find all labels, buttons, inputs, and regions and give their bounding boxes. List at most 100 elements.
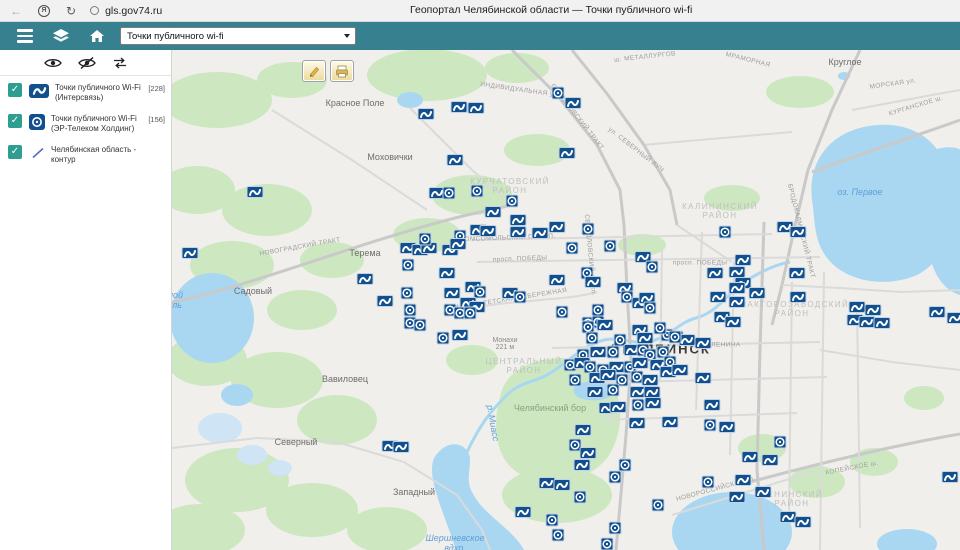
wifi-marker-intersvyaz[interactable] [662,416,679,428]
wifi-marker-ertelecom[interactable] [574,491,587,504]
layer-select[interactable]: Точки публичного wi-fi [120,27,356,45]
wifi-marker-ertelecom[interactable] [607,346,620,359]
wifi-marker-intersvyaz[interactable] [510,214,527,226]
wifi-marker-intersvyaz[interactable] [393,441,410,453]
wifi-marker-intersvyaz[interactable] [565,97,582,109]
wifi-marker-intersvyaz[interactable] [735,474,752,486]
wifi-marker-intersvyaz[interactable] [672,364,689,376]
wifi-marker-intersvyaz[interactable] [585,276,602,288]
wifi-marker-intersvyaz[interactable] [695,372,712,384]
wifi-marker-ertelecom[interactable] [654,322,667,335]
wifi-marker-intersvyaz[interactable] [629,417,646,429]
wifi-marker-ertelecom[interactable] [609,522,622,535]
wifi-marker-ertelecom[interactable] [552,87,565,100]
refresh-icon[interactable]: ↻ [66,5,76,17]
wifi-marker-intersvyaz[interactable] [929,306,946,318]
site-badge-icon[interactable] [90,6,99,15]
wifi-marker-ertelecom[interactable] [582,223,595,236]
show-all-layers-button[interactable] [44,57,62,69]
wifi-marker-intersvyaz[interactable] [637,332,654,344]
wifi-marker-intersvyaz[interactable] [510,226,527,238]
wifi-marker-intersvyaz[interactable] [480,225,497,237]
wifi-marker-intersvyaz[interactable] [729,282,746,294]
layers-button[interactable] [50,26,72,46]
wifi-marker-intersvyaz[interactable] [790,226,807,238]
wifi-marker-ertelecom[interactable] [774,436,787,449]
wifi-marker-intersvyaz[interactable] [642,374,659,386]
wifi-marker-intersvyaz[interactable] [865,304,882,316]
wifi-marker-intersvyaz[interactable] [450,238,467,250]
wifi-marker-ertelecom[interactable] [644,302,657,315]
url-text[interactable]: gls.gov74.ru [105,5,162,17]
layer-checkbox[interactable]: ✓ [8,114,22,128]
wifi-marker-ertelecom[interactable] [569,374,582,387]
wifi-marker-intersvyaz[interactable] [729,296,746,308]
map[interactable]: Красное ПолеМоховичкиТеремаСадовыйВавило… [172,50,960,550]
layer-label[interactable]: Челябинская область - контур [51,145,162,165]
wifi-marker-intersvyaz[interactable] [762,454,779,466]
edit-tool-button[interactable] [302,60,326,82]
wifi-marker-intersvyaz[interactable] [357,273,374,285]
wifi-marker-intersvyaz[interactable] [735,254,752,266]
layer-label[interactable]: Точки публичного Wi-Fi (Интерсвязь) [55,83,145,103]
wifi-marker-intersvyaz[interactable] [729,491,746,503]
wifi-marker-ertelecom[interactable] [619,459,632,472]
wifi-marker-intersvyaz[interactable] [515,506,532,518]
home-button[interactable] [86,26,108,46]
wifi-marker-intersvyaz[interactable] [795,516,812,528]
wifi-marker-intersvyaz[interactable] [444,287,461,299]
wifi-marker-intersvyaz[interactable] [755,486,772,498]
wifi-marker-intersvyaz[interactable] [182,247,199,259]
wifi-marker-intersvyaz[interactable] [742,451,759,463]
hide-all-layers-button[interactable] [78,57,96,69]
wifi-marker-intersvyaz[interactable] [874,317,891,329]
wifi-marker-intersvyaz[interactable] [377,295,394,307]
wifi-marker-ertelecom[interactable] [652,499,665,512]
menu-button[interactable] [14,26,36,46]
wifi-marker-intersvyaz[interactable] [468,102,485,114]
wifi-marker-ertelecom[interactable] [404,304,417,317]
wifi-marker-ertelecom[interactable] [609,471,622,484]
wifi-marker-intersvyaz[interactable] [947,312,960,324]
wifi-marker-intersvyaz[interactable] [790,291,807,303]
wifi-marker-intersvyaz[interactable] [610,401,627,413]
wifi-marker-ertelecom[interactable] [632,399,645,412]
wifi-marker-ertelecom[interactable] [646,261,659,274]
print-tool-button[interactable] [330,60,354,82]
wifi-marker-ertelecom[interactable] [607,384,620,397]
wifi-marker-ertelecom[interactable] [702,476,715,489]
wifi-marker-intersvyaz[interactable] [439,267,456,279]
wifi-marker-ertelecom[interactable] [586,332,599,345]
wifi-marker-intersvyaz[interactable] [418,108,435,120]
wifi-marker-ertelecom[interactable] [556,306,569,319]
wifi-marker-ertelecom[interactable] [514,291,527,304]
wifi-marker-intersvyaz[interactable] [704,399,721,411]
wifi-marker-intersvyaz[interactable] [600,369,617,381]
wifi-marker-ertelecom[interactable] [669,331,682,344]
wifi-marker-ertelecom[interactable] [437,332,450,345]
layer-checkbox[interactable]: ✓ [8,145,22,159]
wifi-marker-intersvyaz[interactable] [549,274,566,286]
wifi-marker-intersvyaz[interactable] [447,154,464,166]
wifi-marker-intersvyaz[interactable] [549,221,566,233]
wifi-marker-intersvyaz[interactable] [452,329,469,341]
yandex-browser-icon[interactable]: Я [38,5,50,17]
layer-label[interactable]: Точки публичного Wi-Fi (ЭР-Телеком Холди… [51,114,145,134]
wifi-marker-intersvyaz[interactable] [554,479,571,491]
wifi-marker-ertelecom[interactable] [419,233,432,246]
wifi-marker-intersvyaz[interactable] [597,319,614,331]
wifi-marker-ertelecom[interactable] [402,259,415,272]
wifi-marker-intersvyaz[interactable] [587,386,604,398]
reorder-layers-button[interactable] [112,57,128,69]
wifi-marker-ertelecom[interactable] [471,185,484,198]
wifi-marker-intersvyaz[interactable] [574,459,591,471]
wifi-marker-ertelecom[interactable] [601,538,614,550]
wifi-marker-intersvyaz[interactable] [247,186,264,198]
wifi-marker-intersvyaz[interactable] [719,421,736,433]
wifi-marker-intersvyaz[interactable] [789,267,806,279]
wifi-marker-ertelecom[interactable] [546,514,559,527]
wifi-marker-intersvyaz[interactable] [451,101,468,113]
wifi-marker-intersvyaz[interactable] [942,471,959,483]
wifi-marker-intersvyaz[interactable] [645,397,662,409]
wifi-marker-intersvyaz[interactable] [580,447,597,459]
